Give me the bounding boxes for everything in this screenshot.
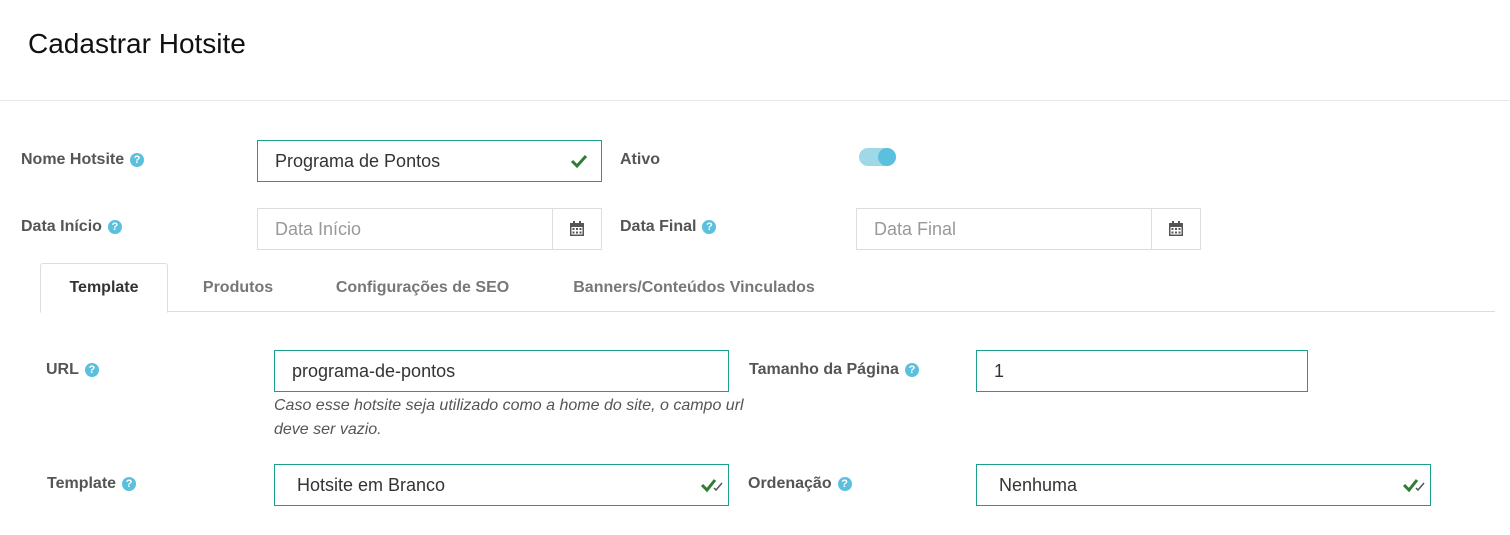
calendar-icon (1169, 221, 1183, 236)
ativo-label-text: Ativo (620, 151, 660, 168)
template-select[interactable]: Hotsite em Branco (274, 464, 729, 506)
ordenacao-select-value: Nenhuma (999, 474, 1078, 495)
url-input[interactable]: programa-de-pontos (274, 350, 729, 392)
tamanho-pagina-input[interactable]: 1 (976, 350, 1308, 392)
question-circle-icon[interactable]: ? (107, 220, 122, 234)
ativo-label: Ativo (620, 151, 660, 169)
question-circle-icon[interactable]: ? (904, 363, 919, 377)
question-circle-icon[interactable]: ? (130, 153, 145, 167)
nome-hotsite-label: Nome Hotsite ? (21, 151, 145, 169)
data-inicio-label: Data Início ? (21, 218, 122, 236)
data-final-placeholder: Data Final (874, 218, 957, 239)
data-inicio-input[interactable]: Data Início (257, 208, 602, 250)
url-label-text: URL (46, 361, 79, 378)
template-select-value: Hotsite em Branco (297, 474, 446, 495)
data-final-label-text: Data Final (620, 218, 697, 235)
ordenacao-select[interactable]: Nenhuma (976, 464, 1431, 506)
ordenacao-label-text: Ordenação (748, 475, 832, 492)
nome-hotsite-input[interactable]: Programa de Pontos (257, 140, 602, 182)
ordenacao-label: Ordenação ? (748, 475, 852, 493)
url-label: URL ? (46, 361, 99, 379)
tab-bar: Template Produtos Configurações de SEO B… (40, 263, 1495, 313)
question-circle-icon[interactable]: ? (84, 363, 99, 377)
question-circle-icon[interactable]: ? (122, 477, 137, 491)
tab-configuracoes-seo[interactable]: Configurações de SEO (320, 263, 525, 312)
double-check-icon (1402, 479, 1425, 493)
header-divider (0, 100, 1510, 101)
tamanho-pagina-label: Tamanho da Página ? (749, 361, 919, 379)
ativo-toggle[interactable] (859, 148, 896, 166)
tab-produtos[interactable]: Produtos (178, 263, 298, 312)
page-title: Cadastrar Hotsite (28, 28, 246, 59)
toggle-knob (878, 148, 896, 166)
tamanho-pagina-label-text: Tamanho da Página (749, 361, 899, 378)
template-label-text: Template (47, 475, 117, 492)
data-final-calendar-button[interactable] (1151, 209, 1200, 249)
data-final-label: Data Final ? (620, 218, 717, 236)
url-hint: Caso esse hotsite seja utilizado como a … (274, 397, 744, 438)
double-check-icon (700, 479, 723, 493)
data-inicio-calendar-button[interactable] (552, 209, 601, 249)
check-icon (570, 154, 588, 169)
url-value: programa-de-pontos (292, 360, 456, 381)
question-circle-icon[interactable]: ? (837, 477, 852, 491)
data-inicio-label-text: Data Início (21, 218, 102, 235)
question-circle-icon[interactable]: ? (702, 220, 717, 234)
nome-hotsite-label-text: Nome Hotsite (21, 151, 125, 168)
tamanho-pagina-value: 1 (994, 360, 1005, 381)
tab-banners-conteudos[interactable]: Banners/Conteúdos Vinculados (555, 263, 833, 312)
tab-template[interactable]: Template (40, 263, 168, 313)
data-inicio-placeholder: Data Início (275, 218, 362, 239)
nome-hotsite-value: Programa de Pontos (275, 150, 441, 171)
calendar-icon (570, 221, 584, 236)
template-label: Template ? (47, 475, 137, 493)
data-final-input[interactable]: Data Final (856, 208, 1201, 250)
